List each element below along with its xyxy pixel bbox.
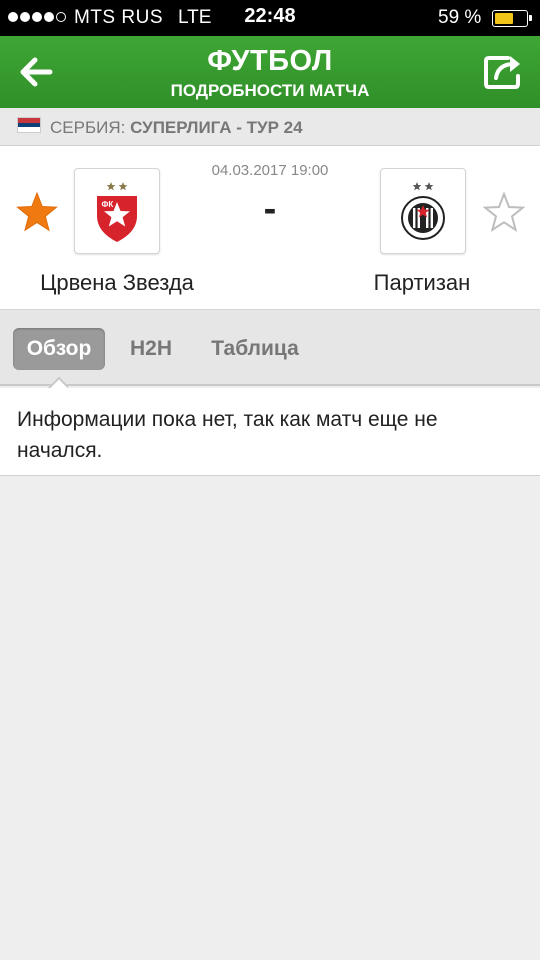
home-team-name[interactable]: Црвена Звезда xyxy=(20,270,214,296)
league-competition: СУПЕРЛИГА - ТУР 24 xyxy=(130,118,303,137)
page-title: ФУТБОЛ xyxy=(207,45,333,77)
league-country: СЕРБИЯ: xyxy=(50,118,126,137)
away-favorite-button[interactable] xyxy=(482,190,526,234)
tab-bar: Обзор H2H Таблица xyxy=(0,310,540,386)
share-icon xyxy=(484,56,520,89)
share-button[interactable] xyxy=(478,50,528,94)
star-outline-icon xyxy=(482,191,526,233)
partizan-crest-icon xyxy=(401,182,445,240)
app-header: ФУТБОЛ ПОДРОБНОСТИ МАТЧА xyxy=(0,36,540,108)
match-details-screen: MTS RUS LTE 22:48 59 % ФУТБОЛ ПОДРОБНОСТ… xyxy=(0,0,540,960)
serbia-flag-icon xyxy=(17,117,41,133)
no-info-message: Информации пока нет, так как матч еще не… xyxy=(17,408,438,462)
overview-panel: Информации пока нет, так как матч еще не… xyxy=(0,388,540,476)
active-tab-pointer xyxy=(48,376,68,388)
match-summary: 04.03.2017 19:00 ФК - Црвена Звезда Парт… xyxy=(0,146,540,310)
tab-table[interactable]: Таблица xyxy=(200,328,310,370)
battery-percent: 59 % xyxy=(438,7,482,28)
away-team-logo[interactable] xyxy=(380,168,466,254)
battery-icon xyxy=(492,10,532,27)
status-bar: MTS RUS LTE 22:48 59 % xyxy=(0,0,540,36)
away-team-name[interactable]: Партизан xyxy=(340,270,504,296)
league-label: СЕРБИЯ: СУПЕРЛИГА - ТУР 24 xyxy=(50,118,303,138)
league-bar[interactable]: СЕРБИЯ: СУПЕРЛИГА - ТУР 24 xyxy=(0,108,540,146)
tab-overview[interactable]: Обзор xyxy=(13,328,105,370)
tab-h2h[interactable]: H2H xyxy=(118,328,184,370)
page-subtitle: ПОДРОБНОСТИ МАТЧА xyxy=(170,81,370,100)
